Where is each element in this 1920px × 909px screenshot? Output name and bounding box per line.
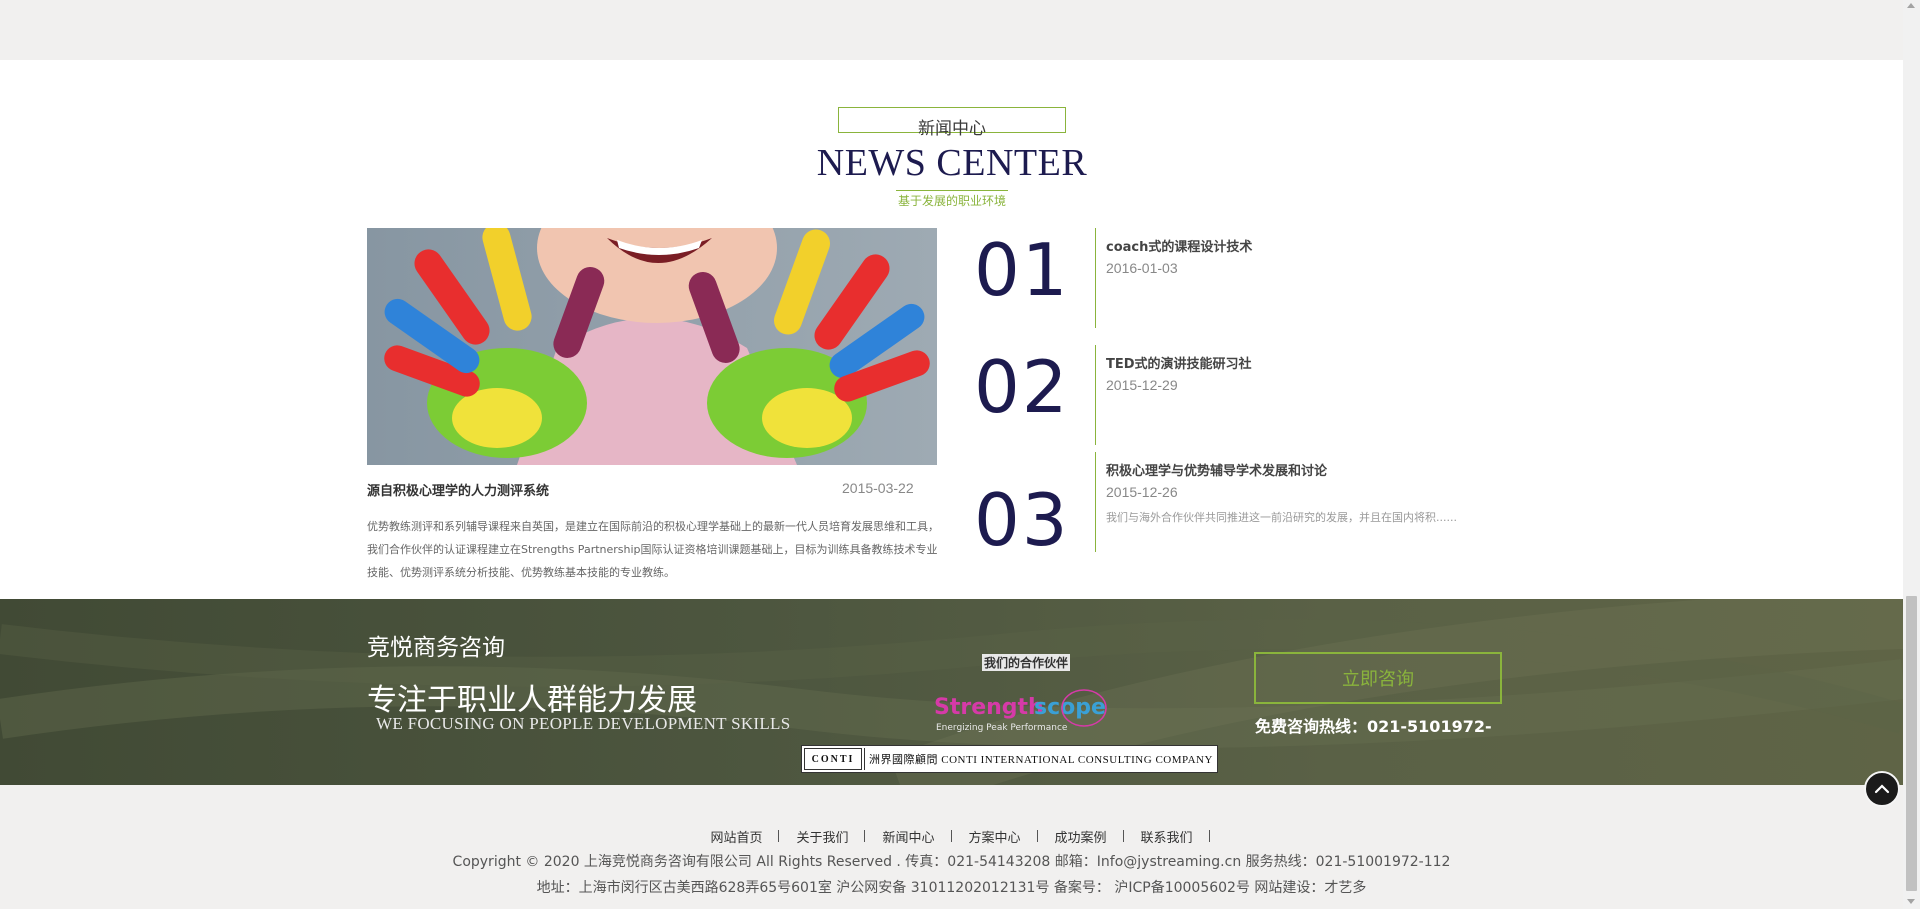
conti-logo-mark: CONTI <box>804 748 862 770</box>
featured-news-description: 优势教练测评和系列辅导课程来自英国，是建立在国际前沿的积极心理学基础上的最新一代… <box>367 520 939 579</box>
news-title[interactable]: TED式的演讲技能研习社 <box>1106 353 1252 372</box>
section-title-en: NEWS CENTER <box>816 142 1088 184</box>
scroll-up-arrow-icon[interactable] <box>1907 3 1915 8</box>
banner-company-name: 竞悦商务咨询 <box>367 635 505 661</box>
section-title-cn: 新闻中心 <box>918 119 986 139</box>
section-subtitle: 基于发展的职业环境 <box>897 194 1006 208</box>
featured-news-date: 2015-03-22 <box>842 480 914 496</box>
top-gray-band <box>0 0 1903 60</box>
banner-slogan: 专注于职业人群能力发展 <box>367 683 697 718</box>
strengthscope-logo[interactable]: Strength scope Energizing Peak Performan… <box>934 686 1114 736</box>
news-number: 02 <box>974 345 1070 429</box>
news-list-item[interactable]: 03 积极心理学与优势辅导学术发展和讨论 2015-12-26 我们与海外合作伙… <box>970 452 1490 562</box>
news-summary: 我们与海外合作伙伴共同推进这一前沿研究的发展，并且在国内将积...... <box>1106 511 1457 524</box>
chevron-up-icon <box>1874 784 1890 794</box>
back-to-top-button[interactable] <box>1864 771 1900 807</box>
footer-nav-solutions[interactable]: 方案中心 <box>952 827 1038 846</box>
svg-text:scope: scope <box>1034 695 1106 720</box>
footer-address: 地址：上海市闵行区古美西路628弄65号601室 沪公网安备 310112020… <box>536 880 1367 896</box>
footer-nav: 网站首页 关于我们 新闻中心 方案中心 成功案例 联系我们 <box>0 827 1903 846</box>
news-divider <box>1095 452 1096 552</box>
subtitle-divider <box>896 190 1008 191</box>
news-title[interactable]: 积极心理学与优势辅导学术发展和讨论 <box>1106 460 1327 479</box>
conti-logo-text: 洲界國際顧問 CONTI INTERNATIONAL CONSULTING CO… <box>864 748 1217 770</box>
footer-nav-news[interactable]: 新闻中心 <box>865 827 952 846</box>
news-list-item[interactable]: 01 coach式的课程设计技术 2016-01-03 <box>970 228 1490 328</box>
hotline-text: 免费咨询热线：021-5101972- <box>1255 717 1492 736</box>
scrollbar-thumb[interactable] <box>1906 596 1917 891</box>
news-number: 03 <box>974 478 1070 562</box>
featured-news-image[interactable] <box>367 228 937 465</box>
footer-nav-cases[interactable]: 成功案例 <box>1038 827 1124 846</box>
scroll-down-arrow-icon[interactable] <box>1907 899 1915 904</box>
news-list-item[interactable]: 02 TED式的演讲技能研习社 2015-12-29 <box>970 345 1490 445</box>
footer-nav-contact[interactable]: 联系我们 <box>1124 827 1210 846</box>
news-date: 2016-01-03 <box>1106 260 1178 276</box>
news-divider <box>1095 345 1096 445</box>
news-title[interactable]: coach式的课程设计技术 <box>1106 236 1252 255</box>
news-date: 2015-12-26 <box>1106 484 1178 500</box>
consult-now-button[interactable]: 立即咨询 <box>1254 652 1502 704</box>
featured-news-title[interactable]: 源自积极心理学的人力测评系统 <box>367 480 549 499</box>
footer-copyright: Copyright © 2020 上海竞悦商务咨询有限公司 All Rights… <box>452 854 1451 870</box>
news-number: 01 <box>974 228 1070 312</box>
news-date: 2015-12-29 <box>1106 377 1178 393</box>
partners-label: 我们的合作伙伴 <box>982 654 1071 671</box>
footer-nav-about[interactable]: 关于我们 <box>779 827 866 846</box>
footer-nav-home[interactable]: 网站首页 <box>693 827 780 846</box>
banner-slogan-en: WE FOCUSING ON PEOPLE DEVELOPMENT SKILLS <box>376 714 791 733</box>
svg-text:Strength: Strength <box>934 695 1044 720</box>
news-divider <box>1095 228 1096 328</box>
svg-text:Energizing Peak Performance: Energizing Peak Performance <box>936 723 1068 733</box>
conti-logo[interactable]: CONTI 洲界國際顧問 CONTI INTERNATIONAL CONSULT… <box>801 745 1218 773</box>
